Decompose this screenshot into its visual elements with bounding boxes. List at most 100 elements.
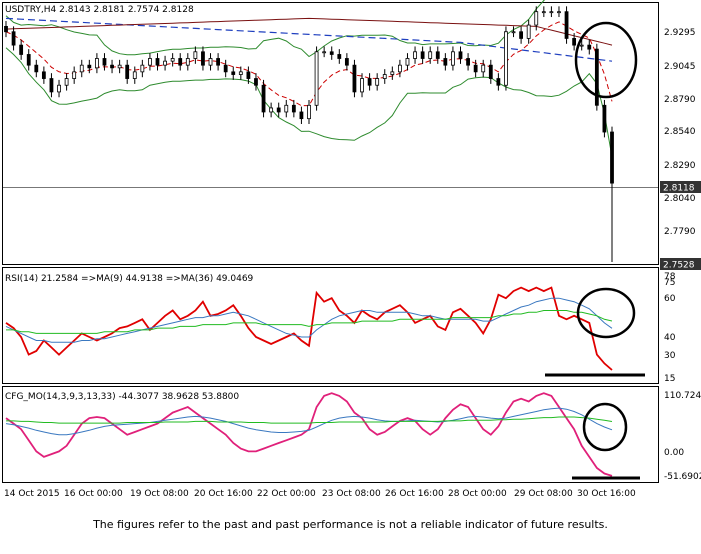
candle-body	[185, 58, 190, 66]
candle-body	[4, 25, 8, 33]
candle-body	[291, 104, 296, 113]
candle-body	[587, 44, 592, 50]
x-label: 23 Oct 08:00	[322, 489, 381, 499]
disclaimer-text: The figures refer to the past and past p…	[93, 518, 608, 531]
candle-body	[299, 111, 304, 120]
candle-body	[223, 64, 228, 73]
candle-body	[269, 107, 274, 113]
x-label: 30 Oct 16:00	[577, 489, 636, 499]
candle-body	[163, 60, 167, 66]
candle-body	[102, 58, 107, 66]
candle-body	[390, 71, 395, 75]
candle-body	[170, 58, 175, 62]
x-label: 19 Oct 08:00	[130, 489, 189, 499]
main-ytick: 2.8290	[664, 161, 696, 171]
x-label: 26 Oct 16:00	[385, 489, 444, 499]
candle-body	[329, 51, 334, 55]
candle-body	[549, 11, 554, 14]
candle-body	[511, 31, 516, 34]
candle-body	[579, 44, 584, 47]
rsi-title: RSI(14) 21.2584 =>MA(9) 44.9138 =>MA(36)…	[5, 274, 254, 284]
candle-body	[276, 107, 281, 113]
candle-body	[284, 104, 289, 113]
candle-body	[496, 78, 501, 86]
chart-root: USDTRY,H4 2.8143 2.8181 2.7574 2.8128 RS…	[0, 0, 701, 550]
x-label: 29 Oct 08:00	[514, 489, 573, 499]
cfg-title: CFG_MO(14,3,9,3,13,33) -44.3077 38.9628 …	[5, 392, 239, 402]
rsi-panel-frame	[2, 267, 659, 384]
candle-body	[397, 64, 402, 73]
main-ytick: 2.9295	[664, 28, 696, 38]
main-ytick: 2.8040	[664, 194, 696, 204]
candle-body	[178, 58, 183, 66]
candle-body	[41, 71, 46, 79]
candle-body	[488, 64, 493, 79]
rsi-ytick: 15	[664, 374, 675, 384]
candle-body	[367, 78, 372, 86]
candle-body	[208, 58, 213, 66]
candle-body	[307, 104, 311, 120]
candle-body	[519, 31, 523, 39]
candle-body	[314, 51, 319, 106]
candle-body	[564, 11, 569, 39]
candle-body	[72, 71, 77, 79]
x-label: 14 Oct 2015	[4, 489, 60, 499]
candle-body	[140, 64, 145, 73]
candle-body	[201, 51, 205, 66]
candle-body	[405, 58, 410, 66]
candle-body	[473, 64, 478, 73]
candle-body	[466, 58, 470, 66]
main-ytick: 2.9045	[664, 62, 696, 72]
candle-body	[49, 78, 54, 93]
rsi-ytick: 40	[664, 333, 676, 343]
candle-body	[534, 11, 539, 26]
candle-body	[451, 51, 455, 66]
candle-body	[541, 11, 546, 14]
candle-body	[79, 64, 84, 73]
candle-body	[216, 58, 221, 66]
candle-body	[504, 31, 508, 86]
main-ytick: 2.8540	[664, 127, 696, 137]
candle-body	[117, 64, 122, 69]
candle-body	[95, 58, 99, 69]
candle-body	[132, 71, 137, 79]
rsi-ytick: 60	[664, 294, 676, 304]
candle-body	[254, 78, 258, 86]
candle-body	[557, 11, 561, 14]
candle-body	[155, 58, 160, 66]
x-label: 28 Oct 00:00	[448, 489, 507, 499]
main-chart-title: USDTRY,H4 2.8143 2.8181 2.7574 2.8128	[5, 5, 194, 15]
candle-body	[110, 64, 114, 69]
candle-body	[458, 51, 463, 59]
candle-body	[375, 78, 380, 86]
candle-body	[125, 64, 130, 79]
candle-body	[34, 64, 39, 73]
candle-body	[602, 104, 607, 133]
candle-body	[231, 71, 236, 75]
rsi-ytick: 75	[664, 278, 675, 288]
candle-body	[382, 74, 387, 79]
current-price-label: 2.8118	[663, 184, 695, 194]
candle-body	[572, 38, 577, 46]
low-price-label: 2.7528	[663, 261, 695, 271]
x-label: 16 Oct 00:00	[64, 489, 123, 499]
x-label: 20 Oct 16:00	[194, 489, 253, 499]
cfg-ytick: 0.00	[664, 448, 684, 458]
candle-body	[87, 64, 92, 69]
candle-body	[428, 51, 433, 59]
candle-body	[238, 71, 243, 75]
chart-svg: USDTRY,H4 2.8143 2.8181 2.7574 2.8128 RS…	[2, 0, 701, 499]
candle-body	[193, 51, 198, 59]
candle-body	[610, 131, 614, 184]
candle-body	[360, 78, 364, 93]
candle-body	[246, 71, 251, 79]
main-ytick: 2.8790	[664, 95, 696, 105]
x-label: 22 Oct 00:00	[257, 489, 316, 499]
candle-body	[413, 51, 417, 59]
candle-body	[19, 44, 24, 55]
candle-body	[443, 58, 448, 66]
candle-body	[11, 31, 16, 46]
cfg-ytick: -51.6902	[664, 472, 701, 482]
cfg-ytick: 110.7245	[664, 391, 701, 401]
candle-body	[261, 84, 266, 113]
